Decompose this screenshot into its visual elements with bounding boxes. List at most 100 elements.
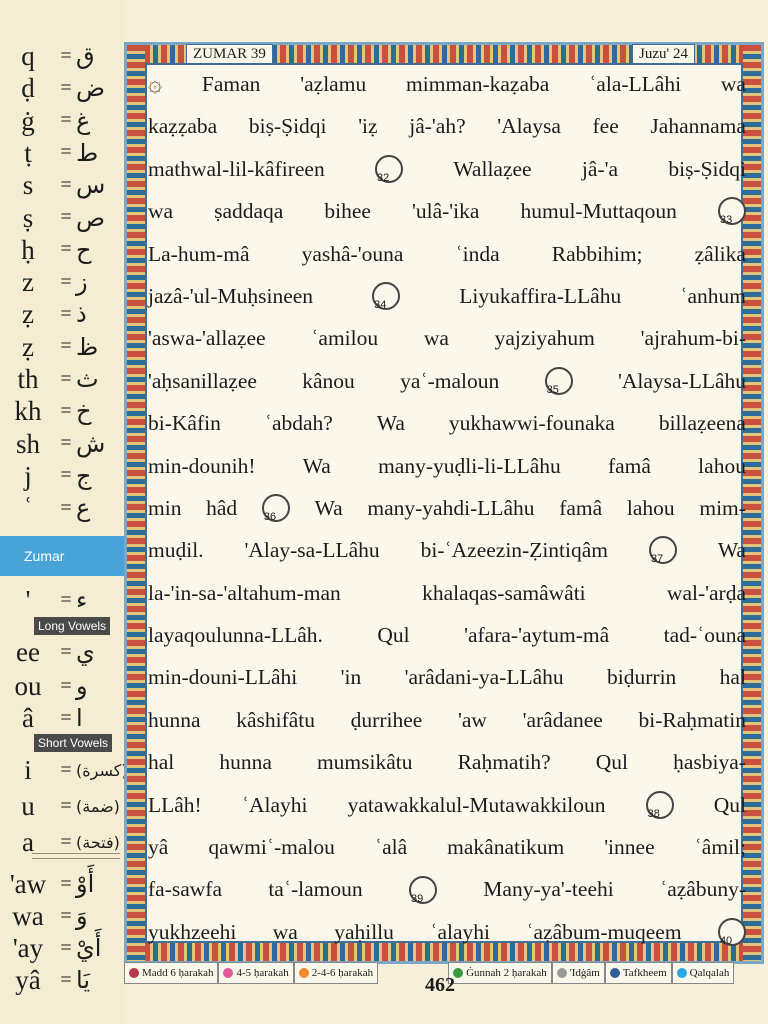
- word: ʿâmil;: [694, 835, 746, 860]
- text-line: min-douni-LLâhi 'in 'arâdani-ya-LLâhu biḍur…: [148, 656, 746, 698]
- key-latin: s: [22, 170, 34, 201]
- word: la-'in-sa-'altahum-man: [148, 580, 341, 605]
- key-row: â = ا: [0, 702, 124, 734]
- word: bi-Kâfin: [148, 411, 221, 436]
- word: yâ: [148, 835, 169, 860]
- key-arabic: أَيْ: [76, 934, 102, 962]
- key-equals: =: [60, 936, 72, 959]
- word: muḍil.: [148, 538, 204, 563]
- key-latin: z: [22, 267, 34, 298]
- color-dot-icon: [129, 968, 139, 978]
- word: 'ajrahum-bi-: [640, 326, 746, 351]
- key-equals: =: [60, 238, 72, 261]
- key-equals: =: [60, 141, 72, 164]
- key-row: yâ = يَا: [0, 964, 124, 996]
- key-row: 'aw = أَوْ: [0, 868, 124, 900]
- key-equals: =: [60, 496, 72, 519]
- key-latin: sh: [15, 428, 40, 459]
- word: fa-sawfa: [148, 877, 223, 902]
- key-equals: =: [60, 968, 72, 991]
- word: yashâ-'ouna: [301, 241, 404, 266]
- key-arabic: ظ: [76, 332, 99, 361]
- key-arabic: وَ: [76, 902, 88, 930]
- verse-number: 32: [375, 154, 404, 184]
- word: 'innee: [604, 835, 655, 860]
- word: ṣaddaqa: [214, 199, 284, 224]
- text-line: ۞ Faman 'aẓlamu mimman-kaẓaba ʿala-LLâhi wa: [148, 63, 746, 105]
- word: 'Alaysa: [497, 114, 561, 139]
- word: ʿalayhi: [430, 919, 490, 944]
- key-row: z = ز: [0, 266, 124, 298]
- key-equals: =: [60, 367, 72, 390]
- key-equals: =: [60, 173, 72, 196]
- word: jazâ-'ul-Muḥsineen: [148, 283, 314, 308]
- word: yajziyahum: [494, 326, 595, 351]
- verse-number: 39: [408, 875, 437, 905]
- word: hunna: [219, 750, 272, 775]
- key-latin: wa: [12, 901, 44, 931]
- key-latin: i: [24, 755, 32, 785]
- word: ʿAlayhi: [241, 792, 308, 817]
- key-row: th = ث: [0, 363, 124, 395]
- key-row: q = ق: [0, 40, 124, 72]
- key-arabic: ق: [76, 42, 95, 70]
- key-arabic: ي: [76, 638, 95, 666]
- key-equals: =: [60, 206, 72, 228]
- text-line: kaẓẓaba biṣ-Ṣidqi 'iẓ jâ-'ah? 'Alaysa fee Jaha…: [148, 105, 746, 147]
- word: 'Alay-sa-LLâhu: [244, 538, 380, 563]
- text-line: 'aswa-'allaẓee ʿamilou wa yajziyahum 'ajrahu…: [148, 317, 746, 359]
- word: ʿaẓâbum-muqeem: [526, 919, 682, 944]
- text-line: fa-sawfa taʿ-lamoun 39 Many-ya'-teehi ʿaẓâbu…: [148, 868, 746, 910]
- key-arabic: (كسرة): [76, 760, 128, 780]
- word: Faman: [201, 72, 261, 96]
- key-arabic: أَوْ: [76, 870, 95, 898]
- word: famâ: [559, 495, 603, 520]
- key-arabic: و: [76, 672, 88, 700]
- juz-header: Juzu' 24: [632, 44, 695, 64]
- divider: [32, 858, 120, 859]
- rub-marker-icon: ۞: [148, 71, 163, 97]
- word: yaḥillu: [334, 919, 394, 944]
- legend-label: 'Idġâm: [569, 967, 600, 979]
- word: kâshifâtu: [236, 707, 316, 732]
- legend-label: Qalqalah: [689, 967, 730, 979]
- word: bihee: [324, 199, 371, 224]
- word: bi-ʿAzeezin-Ẓintiqâm: [420, 538, 609, 563]
- key-arabic: س: [76, 171, 106, 200]
- text-line: layaqoulunna-LLâh. Qul 'afara-'aytum-mâ tad…: [148, 614, 746, 656]
- word: min-dounih!: [148, 453, 256, 478]
- key-latin: u: [21, 791, 35, 821]
- word: jâ-'a: [581, 156, 619, 181]
- legend-label: Madd 6 ḥarakah: [142, 967, 214, 979]
- key-arabic: ا: [76, 704, 83, 732]
- word: wa: [148, 199, 174, 224]
- word: mathwal-lil-kâfireen: [148, 156, 325, 181]
- color-dot-icon: [556, 968, 567, 978]
- word: wa: [272, 919, 298, 944]
- key-row: kh = خ: [0, 395, 124, 427]
- word: hal: [719, 665, 746, 690]
- key-equals: =: [60, 640, 72, 663]
- key-latin: ḍ: [21, 73, 35, 104]
- word: famâ: [607, 453, 651, 478]
- key-arabic: يَا: [76, 966, 90, 994]
- word: humul-Muttaqoun: [520, 199, 677, 224]
- word: LLâh!: [148, 792, 202, 817]
- key-row: ẓ = ذ: [0, 298, 124, 330]
- key-row: j = ج: [0, 460, 124, 492]
- text-line: 'aḥsanillaẓee kânou yaʿ-maloun 35 'Alaysa-LL…: [148, 360, 746, 402]
- key-row: ẓ = ظ: [0, 331, 124, 363]
- word: kânou: [302, 368, 355, 393]
- word: taʿ-lamoun: [268, 877, 363, 902]
- word: Qul: [713, 792, 746, 817]
- key-arabic: (ضمة): [76, 796, 120, 816]
- word: min-douni-LLâhi: [148, 665, 298, 690]
- word: Many-ya'-teehi: [483, 877, 614, 902]
- surah-tab: Zumar: [0, 536, 124, 576]
- text-line: min hâd 36 Wa many-yahdi-LLâhu famâ lahou mim-: [148, 487, 746, 529]
- text-line: muḍil. 'Alay-sa-LLâhu bi-ʿAzeezin-Ẓintiqâm…: [148, 529, 746, 571]
- key-equals: =: [60, 464, 72, 487]
- legend-label: 4-5 ḥarakah: [236, 967, 289, 979]
- text-line: yukhzeehi wa yaḥillu ʿalayhi ʿaẓâbum-muqeem 4…: [148, 911, 746, 953]
- key-latin: 'ay: [12, 933, 44, 963]
